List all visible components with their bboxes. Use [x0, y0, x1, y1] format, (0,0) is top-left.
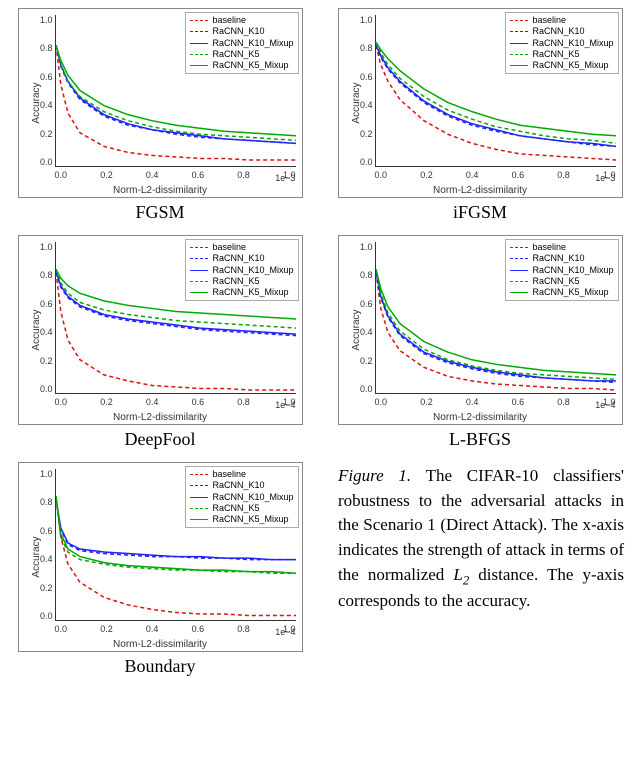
legend-swatch	[190, 31, 208, 32]
figure-grid: baselineRaCNN_K10RaCNN_K10_MixupRaCNN_K5…	[12, 8, 628, 677]
x-axis-label: Norm-L2-dissimilarity	[339, 185, 622, 196]
legend-swatch	[190, 43, 208, 44]
chart-title: DeepFool	[125, 429, 196, 450]
legend-label: RaCNN_K5_Mixup	[532, 287, 608, 298]
legend-swatch	[510, 31, 528, 32]
cell-deepfool: baselineRaCNN_K10RaCNN_K10_MixupRaCNN_K5…	[12, 235, 308, 450]
legend-swatch	[510, 20, 528, 21]
x-ticks: 0.00.20.40.60.81.0	[55, 170, 296, 180]
legend-label: RaCNN_K5_Mixup	[532, 60, 608, 71]
legend-swatch	[190, 519, 208, 520]
x-ticks: 0.00.20.40.60.81.0	[55, 397, 296, 407]
legend-label: baseline	[212, 469, 246, 480]
x-multiplier: 1e−3	[275, 173, 295, 183]
legend-label: RaCNN_K10_Mixup	[532, 38, 613, 49]
legend-swatch	[510, 270, 528, 271]
legend-swatch	[510, 43, 528, 44]
legend-swatch	[190, 474, 208, 475]
legend-label: RaCNN_K5_Mixup	[212, 60, 288, 71]
legend-swatch	[190, 54, 208, 55]
legend-label: RaCNN_K10_Mixup	[212, 38, 293, 49]
x-ticks: 0.00.20.40.60.81.0	[55, 624, 296, 634]
legend: baselineRaCNN_K10RaCNN_K10_MixupRaCNN_K5…	[505, 12, 618, 74]
legend-label: RaCNN_K5_Mixup	[212, 287, 288, 298]
x-axis-label: Norm-L2-dissimilarity	[19, 639, 302, 650]
legend-label: RaCNN_K5	[532, 276, 579, 287]
x-multiplier: 1e−4	[275, 627, 295, 637]
l2-symbol: L2	[453, 565, 469, 584]
chart-boundary: baselineRaCNN_K10RaCNN_K10_MixupRaCNN_K5…	[18, 462, 303, 652]
legend-swatch	[190, 258, 208, 259]
legend-swatch	[510, 281, 528, 282]
y-ticks: 0.00.20.40.60.81.0	[355, 15, 373, 167]
chart-fgsm: baselineRaCNN_K10RaCNN_K10_MixupRaCNN_K5…	[18, 8, 303, 198]
cell-ifgsm: baselineRaCNN_K10RaCNN_K10_MixupRaCNN_K5…	[332, 8, 628, 223]
legend-swatch	[510, 247, 528, 248]
legend: baselineRaCNN_K10RaCNN_K10_MixupRaCNN_K5…	[185, 12, 298, 74]
x-ticks: 0.00.20.40.60.81.0	[375, 397, 616, 407]
legend-swatch	[510, 65, 528, 66]
y-ticks: 0.00.20.40.60.81.0	[35, 15, 53, 167]
x-multiplier: 1e−4	[595, 400, 615, 410]
cell-boundary: baselineRaCNN_K10RaCNN_K10_MixupRaCNN_K5…	[12, 462, 308, 677]
legend: baselineRaCNN_K10RaCNN_K10_MixupRaCNN_K5…	[185, 466, 298, 528]
figure-caption: Figure 1. The CIFAR-10 classifiers' robu…	[332, 462, 628, 677]
legend-swatch	[190, 485, 208, 486]
x-ticks: 0.00.20.40.60.81.0	[375, 170, 616, 180]
legend-label: RaCNN_K10_Mixup	[212, 492, 293, 503]
cell-lbfgs: baselineRaCNN_K10RaCNN_K10_MixupRaCNN_K5…	[332, 235, 628, 450]
x-axis-label: Norm-L2-dissimilarity	[19, 185, 302, 196]
legend-label: baseline	[212, 15, 246, 26]
legend-swatch	[510, 258, 528, 259]
legend-label: RaCNN_K10	[212, 26, 264, 37]
legend-label: RaCNN_K10_Mixup	[532, 265, 613, 276]
legend-label: baseline	[212, 242, 246, 253]
legend-swatch	[190, 497, 208, 498]
y-ticks: 0.00.20.40.60.81.0	[35, 242, 53, 394]
legend-label: RaCNN_K5	[532, 49, 579, 60]
legend-label: RaCNN_K10	[532, 26, 584, 37]
legend-label: RaCNN_K5	[212, 276, 259, 287]
legend-label: RaCNN_K10	[532, 253, 584, 264]
chart-ifgsm: baselineRaCNN_K10RaCNN_K10_MixupRaCNN_K5…	[338, 8, 623, 198]
chart-deepfool: baselineRaCNN_K10RaCNN_K10_MixupRaCNN_K5…	[18, 235, 303, 425]
legend-swatch	[510, 54, 528, 55]
chart-title: L-BFGS	[449, 429, 511, 450]
chart-title: iFGSM	[453, 202, 507, 223]
legend-swatch	[190, 20, 208, 21]
legend: baselineRaCNN_K10RaCNN_K10_MixupRaCNN_K5…	[185, 239, 298, 301]
legend-label: RaCNN_K10	[212, 253, 264, 264]
legend-swatch	[190, 270, 208, 271]
legend-label: baseline	[532, 15, 566, 26]
legend-label: RaCNN_K5_Mixup	[212, 514, 288, 525]
x-multiplier: 1e−3	[595, 173, 615, 183]
y-ticks: 0.00.20.40.60.81.0	[35, 469, 53, 621]
legend-swatch	[190, 65, 208, 66]
x-axis-label: Norm-L2-dissimilarity	[339, 412, 622, 423]
x-multiplier: 1e−4	[275, 400, 295, 410]
chart-lbfgs: baselineRaCNN_K10RaCNN_K10_MixupRaCNN_K5…	[338, 235, 623, 425]
legend: baselineRaCNN_K10RaCNN_K10_MixupRaCNN_K5…	[505, 239, 618, 301]
page: baselineRaCNN_K10RaCNN_K10_MixupRaCNN_K5…	[0, 0, 640, 697]
y-ticks: 0.00.20.40.60.81.0	[355, 242, 373, 394]
legend-label: baseline	[532, 242, 566, 253]
legend-swatch	[190, 281, 208, 282]
chart-title: Boundary	[125, 656, 196, 677]
caption-label: Figure 1.	[338, 466, 411, 485]
chart-title: FGSM	[135, 202, 184, 223]
legend-swatch	[510, 292, 528, 293]
legend-label: RaCNN_K10	[212, 480, 264, 491]
legend-label: RaCNN_K5	[212, 49, 259, 60]
legend-swatch	[190, 247, 208, 248]
legend-swatch	[190, 508, 208, 509]
legend-label: RaCNN_K10_Mixup	[212, 265, 293, 276]
cell-fgsm: baselineRaCNN_K10RaCNN_K10_MixupRaCNN_K5…	[12, 8, 308, 223]
x-axis-label: Norm-L2-dissimilarity	[19, 412, 302, 423]
legend-swatch	[190, 292, 208, 293]
legend-label: RaCNN_K5	[212, 503, 259, 514]
